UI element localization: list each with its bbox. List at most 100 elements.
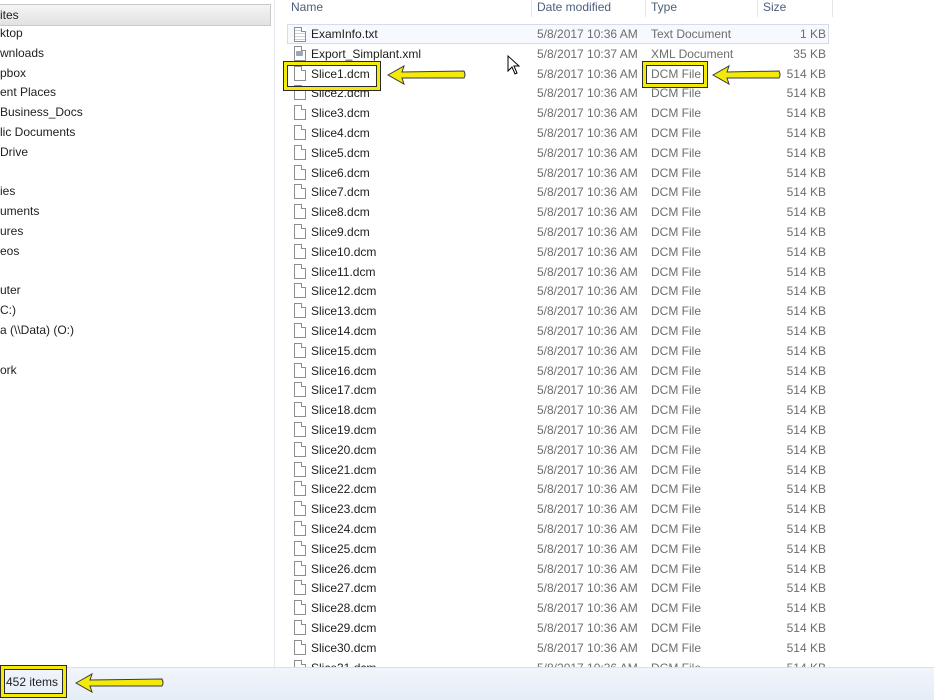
nav-item[interactable]: C:) (0, 301, 16, 320)
file-name: Slice25.dcm (311, 541, 377, 556)
file-date-modified: 5/8/2017 10:36 AM (537, 185, 638, 200)
nav-item[interactable]: lic Documents (0, 123, 75, 142)
file-icon (294, 600, 306, 616)
file-type: DCM File (651, 640, 701, 655)
file-row[interactable]: Slice19.dcm 5/8/2017 10:36 AM DCM File 514 … (275, 420, 934, 440)
file-row[interactable]: Slice3.dcm 5/8/2017 10:36 AM DCM File 514 K… (275, 103, 934, 123)
file-row[interactable]: Slice6.dcm 5/8/2017 10:36 AM DCM File 514 K… (275, 163, 934, 183)
file-row[interactable]: Slice5.dcm 5/8/2017 10:36 AM DCM File 514 K… (275, 143, 934, 163)
file-icon (294, 283, 306, 299)
file-type: DCM File (651, 304, 701, 319)
file-name: Slice22.dcm (311, 482, 377, 497)
file-date-modified: 5/8/2017 10:36 AM (537, 482, 638, 497)
file-row[interactable]: ExamInfo.txt 5/8/2017 10:36 AM Text Docume… (287, 24, 829, 44)
file-date-modified: 5/8/2017 10:36 AM (537, 244, 638, 259)
column-header-name[interactable]: Name (285, 0, 531, 17)
file-size: 514 KB (786, 541, 826, 556)
nav-item[interactable]: eos (0, 242, 19, 261)
column-header-row: Name Date modified Type Size (275, 0, 934, 17)
nav-item[interactable]: ites (0, 4, 271, 26)
file-row[interactable]: Slice17.dcm 5/8/2017 10:36 AM DCM File 514 … (275, 380, 934, 400)
file-row[interactable]: Slice29.dcm 5/8/2017 10:36 AM DCM File 514 … (275, 618, 934, 638)
file-name: Slice10.dcm (311, 244, 377, 259)
file-type: DCM File (651, 383, 701, 398)
file-size: 514 KB (786, 324, 826, 338)
column-header-date-modified[interactable]: Date modified (531, 0, 645, 17)
file-date-modified: 5/8/2017 10:36 AM (537, 403, 638, 418)
file-name: Slice29.dcm (311, 621, 377, 635)
file-date-modified: 5/8/2017 10:36 AM (537, 621, 638, 635)
file-size: 514 KB (786, 442, 826, 457)
nav-item[interactable]: a (\\Data) (O:) (0, 321, 74, 340)
file-row[interactable]: Slice30.dcm 5/8/2017 10:36 AM DCM File 514 … (275, 638, 934, 658)
column-header-type[interactable]: Type (645, 0, 759, 17)
file-row[interactable]: Slice25.dcm 5/8/2017 10:36 AM DCM File 514 … (275, 539, 934, 559)
file-size: 514 KB (786, 205, 826, 220)
file-row[interactable]: Slice14.dcm 5/8/2017 10:36 AM DCM File 514 … (275, 321, 934, 341)
nav-item[interactable]: ies (0, 182, 15, 201)
file-row[interactable]: Slice18.dcm 5/8/2017 10:36 AM DCM File 514 … (275, 400, 934, 420)
file-row[interactable]: Slice21.dcm 5/8/2017 10:36 AM DCM File 514 … (275, 460, 934, 480)
file-row[interactable]: Slice11.dcm 5/8/2017 10:36 AM DCM File 514 … (275, 262, 934, 282)
file-type: DCM File (651, 185, 701, 200)
nav-item[interactable]: Business_Docs (0, 103, 83, 122)
file-icon (294, 639, 306, 655)
file-icon (294, 303, 306, 319)
file-row[interactable]: Slice8.dcm 5/8/2017 10:36 AM DCM File 514 K… (275, 202, 934, 222)
file-date-modified: 5/8/2017 10:36 AM (537, 462, 638, 477)
file-size: 514 KB (786, 383, 826, 398)
nav-item[interactable]: uments (0, 202, 39, 221)
nav-item[interactable]: ktop (0, 24, 23, 43)
nav-item[interactable]: ures (0, 222, 23, 241)
file-date-modified: 5/8/2017 10:36 AM (537, 86, 638, 101)
file-size: 514 KB (786, 264, 826, 279)
nav-item[interactable]: ork (0, 361, 17, 380)
mouse-cursor-icon (507, 55, 521, 75)
file-name: Slice13.dcm (311, 304, 377, 319)
file-row[interactable]: Slice16.dcm 5/8/2017 10:36 AM DCM File 514 … (275, 361, 934, 381)
file-name: Slice19.dcm (311, 423, 377, 437)
file-icon (294, 580, 306, 596)
file-icon (294, 501, 306, 517)
file-row[interactable]: Slice4.dcm 5/8/2017 10:36 AM DCM File 514 K… (275, 123, 934, 143)
file-row[interactable]: Slice23.dcm 5/8/2017 10:36 AM DCM File 514 … (275, 499, 934, 519)
file-date-modified: 5/8/2017 10:36 AM (537, 522, 638, 536)
nav-item[interactable]: ent Places (0, 83, 56, 102)
file-row[interactable]: Slice24.dcm 5/8/2017 10:36 AM DCM File 514 … (275, 519, 934, 539)
file-row[interactable]: Slice9.dcm 5/8/2017 10:36 AM DCM File 514 K… (275, 222, 934, 242)
file-row[interactable]: Slice31.dcm 5/8/2017 10:36 AM DCM File 514 … (275, 658, 934, 667)
file-row[interactable]: Slice28.dcm 5/8/2017 10:36 AM DCM File 514 … (275, 598, 934, 618)
file-row[interactable]: Slice10.dcm 5/8/2017 10:36 AM DCM File 514 … (275, 242, 934, 262)
file-row[interactable]: Export_Simplant.xml 5/8/2017 10:37 AM XML … (275, 44, 934, 64)
file-type: DCM File (651, 403, 701, 418)
navigation-pane: ites ktop wnloads pbox ent Places Business_Do… (0, 0, 274, 667)
file-size: 514 KB (786, 640, 826, 655)
file-type: DCM File (651, 581, 701, 596)
file-size: 514 KB (786, 621, 826, 635)
nav-item[interactable]: pbox (0, 64, 26, 83)
file-row[interactable]: Slice20.dcm 5/8/2017 10:36 AM DCM File 514 … (275, 440, 934, 460)
file-name: Export_Simplant.xml (311, 46, 422, 61)
file-icon (294, 402, 306, 418)
nav-item[interactable]: uter (0, 281, 21, 300)
column-separator[interactable] (832, 0, 833, 17)
file-row[interactable]: Slice26.dcm 5/8/2017 10:36 AM DCM File 514 … (275, 559, 934, 579)
file-row[interactable]: Slice7.dcm 5/8/2017 10:36 AM DCM File 514 K… (275, 182, 934, 202)
file-type: XML Document (651, 46, 734, 61)
file-name: Slice6.dcm (311, 165, 370, 180)
nav-item[interactable]: wnloads (0, 44, 44, 63)
file-type: DCM File (651, 145, 701, 160)
file-row[interactable]: Slice27.dcm 5/8/2017 10:36 AM DCM File 514 … (275, 578, 934, 598)
file-row[interactable]: Slice13.dcm 5/8/2017 10:36 AM DCM File 514 … (275, 301, 934, 321)
file-type: DCM File (651, 423, 701, 437)
file-date-modified: 5/8/2017 10:36 AM (537, 561, 638, 576)
file-type: DCM File (651, 106, 701, 121)
file-row[interactable]: Slice12.dcm 5/8/2017 10:36 AM DCM File 514 … (275, 281, 934, 301)
column-header-size[interactable]: Size (757, 0, 833, 17)
arrow-left-icon (74, 672, 164, 694)
nav-item[interactable]: Drive (0, 143, 28, 162)
file-row[interactable]: Slice22.dcm 5/8/2017 10:36 AM DCM File 514 … (275, 479, 934, 499)
file-date-modified: 5/8/2017 10:36 AM (537, 541, 638, 556)
file-row[interactable]: Slice15.dcm 5/8/2017 10:36 AM DCM File 514 … (275, 341, 934, 361)
file-name: Slice3.dcm (311, 106, 370, 121)
